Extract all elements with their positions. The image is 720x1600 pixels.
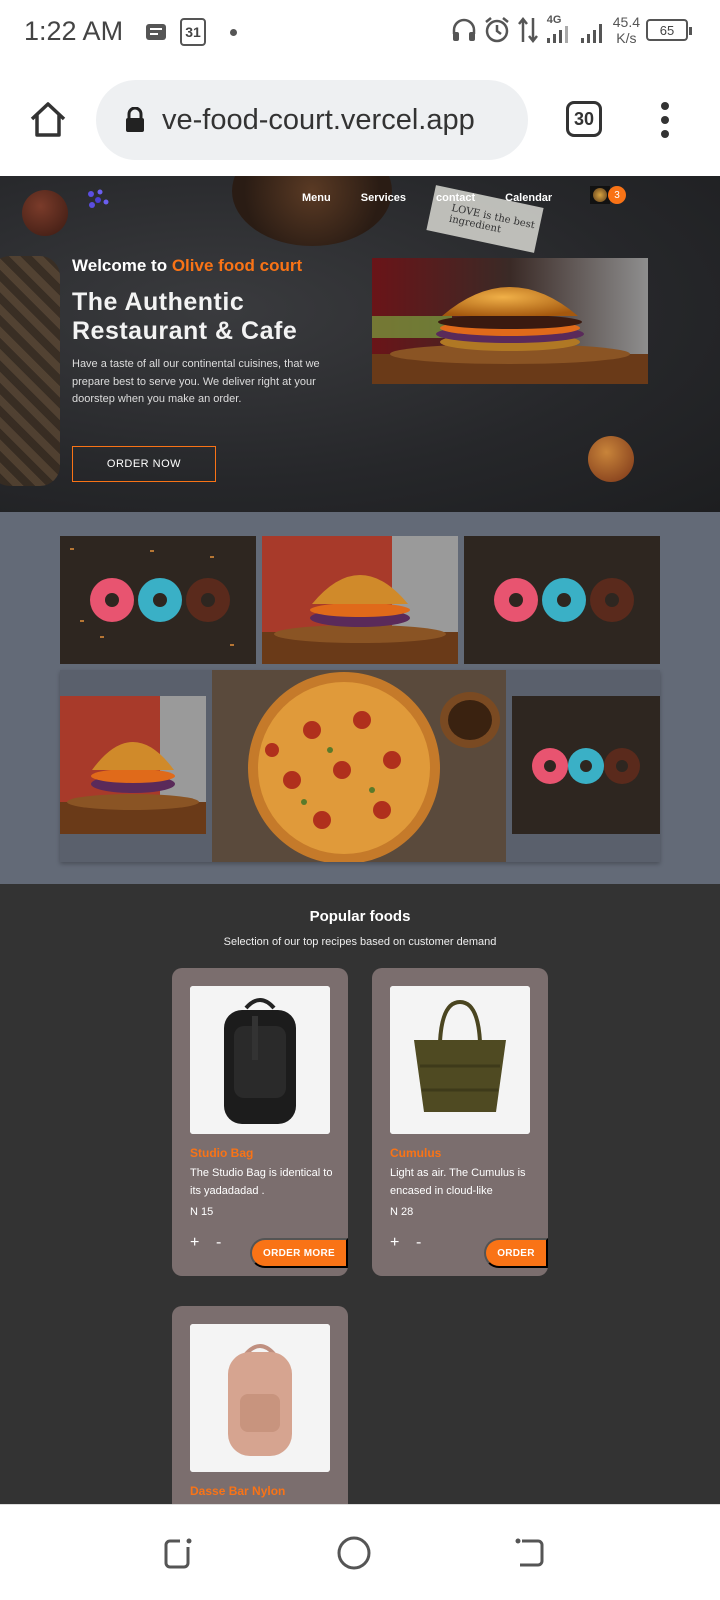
section-subtitle: Selection of our top recipes based on cu…: [223, 936, 497, 948]
apple-decoration: [22, 190, 68, 236]
food-price: N 15: [190, 1206, 214, 1218]
system-icons: 4G 45.4 K/s 65: [451, 14, 692, 46]
increase-quantity-button[interactable]: +: [390, 1234, 399, 1252]
nav-calendar[interactable]: Calendar: [505, 192, 552, 204]
more-options-icon[interactable]: [660, 102, 670, 138]
gallery-image-donuts-3[interactable]: [512, 696, 660, 834]
hero-burger-image: [372, 258, 648, 384]
gallery-image-donuts-2[interactable]: [464, 536, 660, 664]
decrease-quantity-button[interactable]: -: [416, 1234, 421, 1252]
welcome-heading: Welcome to Olive food court: [72, 256, 302, 276]
signal-icon-2: [580, 24, 602, 43]
more-notifications-icon: [230, 28, 237, 36]
home-icon[interactable]: [28, 99, 68, 139]
order-now-button[interactable]: ORDER NOW: [72, 446, 216, 482]
status-time: 1:22 AM: [24, 16, 124, 46]
address-bar[interactable]: ve-food-court.vercel.app: [96, 80, 528, 160]
pie-decoration: [0, 256, 60, 486]
order-button[interactable]: ORDER: [484, 1238, 548, 1268]
cart-count-badge: 3: [608, 186, 626, 204]
calendar-icon: 31: [180, 18, 206, 46]
food-description: The Studio Bag is identical to its yadad…: [190, 1167, 333, 1197]
food-card-studio-bag: Studio Bag The Studio Bag is identical t…: [172, 968, 348, 1276]
nav-menu[interactable]: Menu: [302, 192, 331, 204]
product-image: [190, 1324, 330, 1472]
food-name[interactable]: Studio Bag: [190, 1146, 253, 1160]
cart-button[interactable]: 3: [590, 186, 634, 204]
gallery-image-pizza[interactable]: [212, 670, 506, 862]
food-card-dasse-bar-nylon: Dasse Bar Nylon: [172, 1306, 348, 1504]
signal-4g: 4G: [545, 14, 573, 44]
bowl-decoration: [232, 176, 392, 246]
status-bar: 1:22 AM 31 4G 45.4 K/s 65: [0, 0, 720, 66]
popular-foods-section: Popular foods Selection of our top recip…: [0, 884, 720, 1504]
food-gallery: [0, 512, 720, 884]
brand-name: Olive food court: [171, 256, 303, 275]
nav-contact[interactable]: contact: [436, 192, 475, 204]
gallery-image-burger-1[interactable]: [262, 536, 458, 664]
web-content: LOVE is the best ingredient Menu Service…: [0, 176, 720, 1504]
food-price: N 28: [390, 1206, 414, 1218]
food-name[interactable]: Cumulus: [390, 1146, 441, 1160]
hero-section: LOVE is the best ingredient Menu Service…: [0, 176, 720, 512]
apple-decoration-2: [588, 436, 634, 482]
url-text[interactable]: ve-food-court.vercel.app: [162, 104, 475, 137]
product-image: [390, 986, 530, 1134]
nav-services[interactable]: Services: [361, 192, 406, 204]
hero-description: Have a taste of all our continental cuis…: [72, 358, 320, 405]
decrease-quantity-button[interactable]: -: [216, 1234, 221, 1252]
main-nav: Menu Services contact Calendar: [302, 192, 582, 204]
browser-toolbar: ve-food-court.vercel.app 30: [0, 66, 720, 176]
network-type: 4G: [546, 14, 562, 26]
food-name[interactable]: Dasse Bar Nylon: [190, 1484, 285, 1498]
tab-switcher-button[interactable]: 30: [566, 101, 602, 137]
notification-icons: 31: [146, 18, 237, 46]
gallery-image-burger-2[interactable]: [60, 696, 206, 834]
increase-quantity-button[interactable]: +: [190, 1234, 199, 1252]
alarm-icon: [484, 17, 509, 43]
logo-icon[interactable]: [86, 188, 110, 210]
headphones-icon: [452, 18, 475, 41]
network-speed: 45.4 K/s: [613, 14, 640, 46]
order-more-button[interactable]: ORDER MORE: [250, 1238, 348, 1268]
food-description: Light as air. The Cumulus is encased in …: [390, 1167, 526, 1197]
gallery-image-donuts-1[interactable]: [60, 536, 256, 664]
battery-icon: 65: [646, 19, 692, 41]
food-card-cumulus: Cumulus Light as air. The Cumulus is enc…: [372, 968, 548, 1276]
home-nav-icon[interactable]: [336, 1535, 372, 1571]
product-image: [190, 986, 330, 1134]
hero-title: The Authentic Restaurant & Cafe: [72, 288, 298, 345]
welcome-prefix: Welcome to: [72, 256, 168, 275]
speed-unit: K/s: [616, 30, 637, 46]
back-icon[interactable]: [512, 1535, 548, 1571]
system-navigation-bar: [0, 1504, 720, 1600]
section-title: Popular foods: [309, 908, 411, 925]
recent-apps-icon[interactable]: [160, 1535, 196, 1571]
message-icon: [146, 24, 166, 40]
speed-value: 45.4: [612, 14, 640, 30]
cart-thumbnail: [590, 186, 610, 204]
lock-icon: [126, 107, 144, 132]
data-arrows-icon: [517, 16, 538, 44]
